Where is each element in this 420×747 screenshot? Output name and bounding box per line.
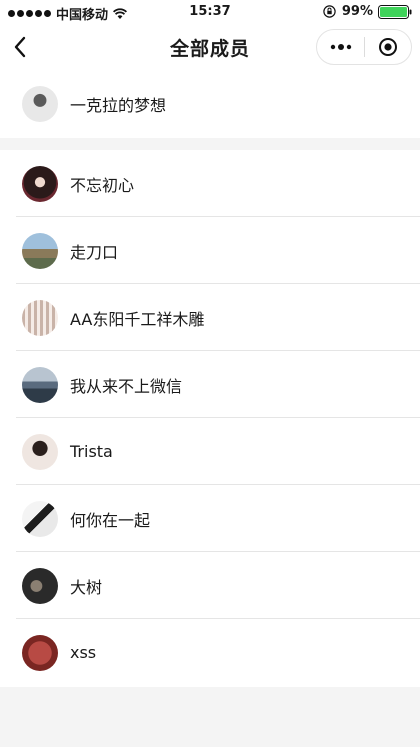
- navigation-bar: 全部成员: [0, 24, 420, 70]
- wifi-icon: [113, 7, 128, 19]
- avatar: [22, 165, 58, 202]
- list-item[interactable]: AA东阳千工祥木雕: [0, 284, 420, 351]
- list-item[interactable]: 大树: [0, 552, 420, 619]
- owner-row[interactable]: 一克拉的梦想: [0, 70, 420, 137]
- signal-strength-icon: [8, 10, 51, 17]
- chevron-left-icon: [14, 36, 26, 58]
- member-name: 我从来不上微信: [70, 376, 183, 396]
- battery-icon: [378, 4, 412, 19]
- list-item[interactable]: 何你在一起: [0, 485, 420, 552]
- list-item[interactable]: Trista: [0, 418, 420, 485]
- carrier-name: 中国移动: [56, 8, 109, 23]
- rotation-lock-icon: [323, 5, 336, 18]
- close-button[interactable]: [365, 30, 411, 64]
- owner-section: 一克拉的梦想: [0, 70, 420, 138]
- list-item[interactable]: 不忘初心: [0, 150, 420, 217]
- list-item[interactable]: xss: [0, 619, 420, 686]
- more-dots-icon: [330, 44, 351, 50]
- member-name: 一克拉的梦想: [70, 95, 167, 115]
- target-icon: [379, 38, 397, 56]
- member-name: xss: [70, 643, 97, 662]
- avatar: [22, 500, 58, 537]
- avatar: [22, 232, 58, 269]
- avatar: [22, 433, 58, 470]
- more-button[interactable]: [317, 30, 364, 64]
- member-name: AA东阳千工祥木雕: [70, 309, 205, 329]
- status-left: 中国移动: [8, 4, 128, 23]
- member-name: 何你在一起: [70, 510, 151, 530]
- member-name: 走刀口: [70, 242, 119, 262]
- member-name: Trista: [70, 442, 113, 461]
- status-right: 99%: [323, 4, 412, 19]
- member-list: 不忘初心 走刀口 AA东阳千工祥木雕 我从来不上微信 Trista 何你在一起 …: [0, 150, 420, 687]
- list-item[interactable]: 我从来不上微信: [0, 351, 420, 418]
- avatar: [22, 567, 58, 604]
- list-item[interactable]: 走刀口: [0, 217, 420, 284]
- avatar: [22, 299, 58, 336]
- back-button[interactable]: [6, 33, 34, 61]
- member-name: 大树: [70, 577, 103, 597]
- avatar: [22, 634, 58, 671]
- mini-program-capsule: [316, 29, 412, 65]
- member-name: 不忘初心: [70, 175, 135, 195]
- status-bar: 中国移动 15:37 99%: [0, 0, 420, 24]
- avatar: [22, 85, 58, 122]
- battery-percent: 99%: [341, 4, 373, 19]
- avatar: [22, 366, 58, 403]
